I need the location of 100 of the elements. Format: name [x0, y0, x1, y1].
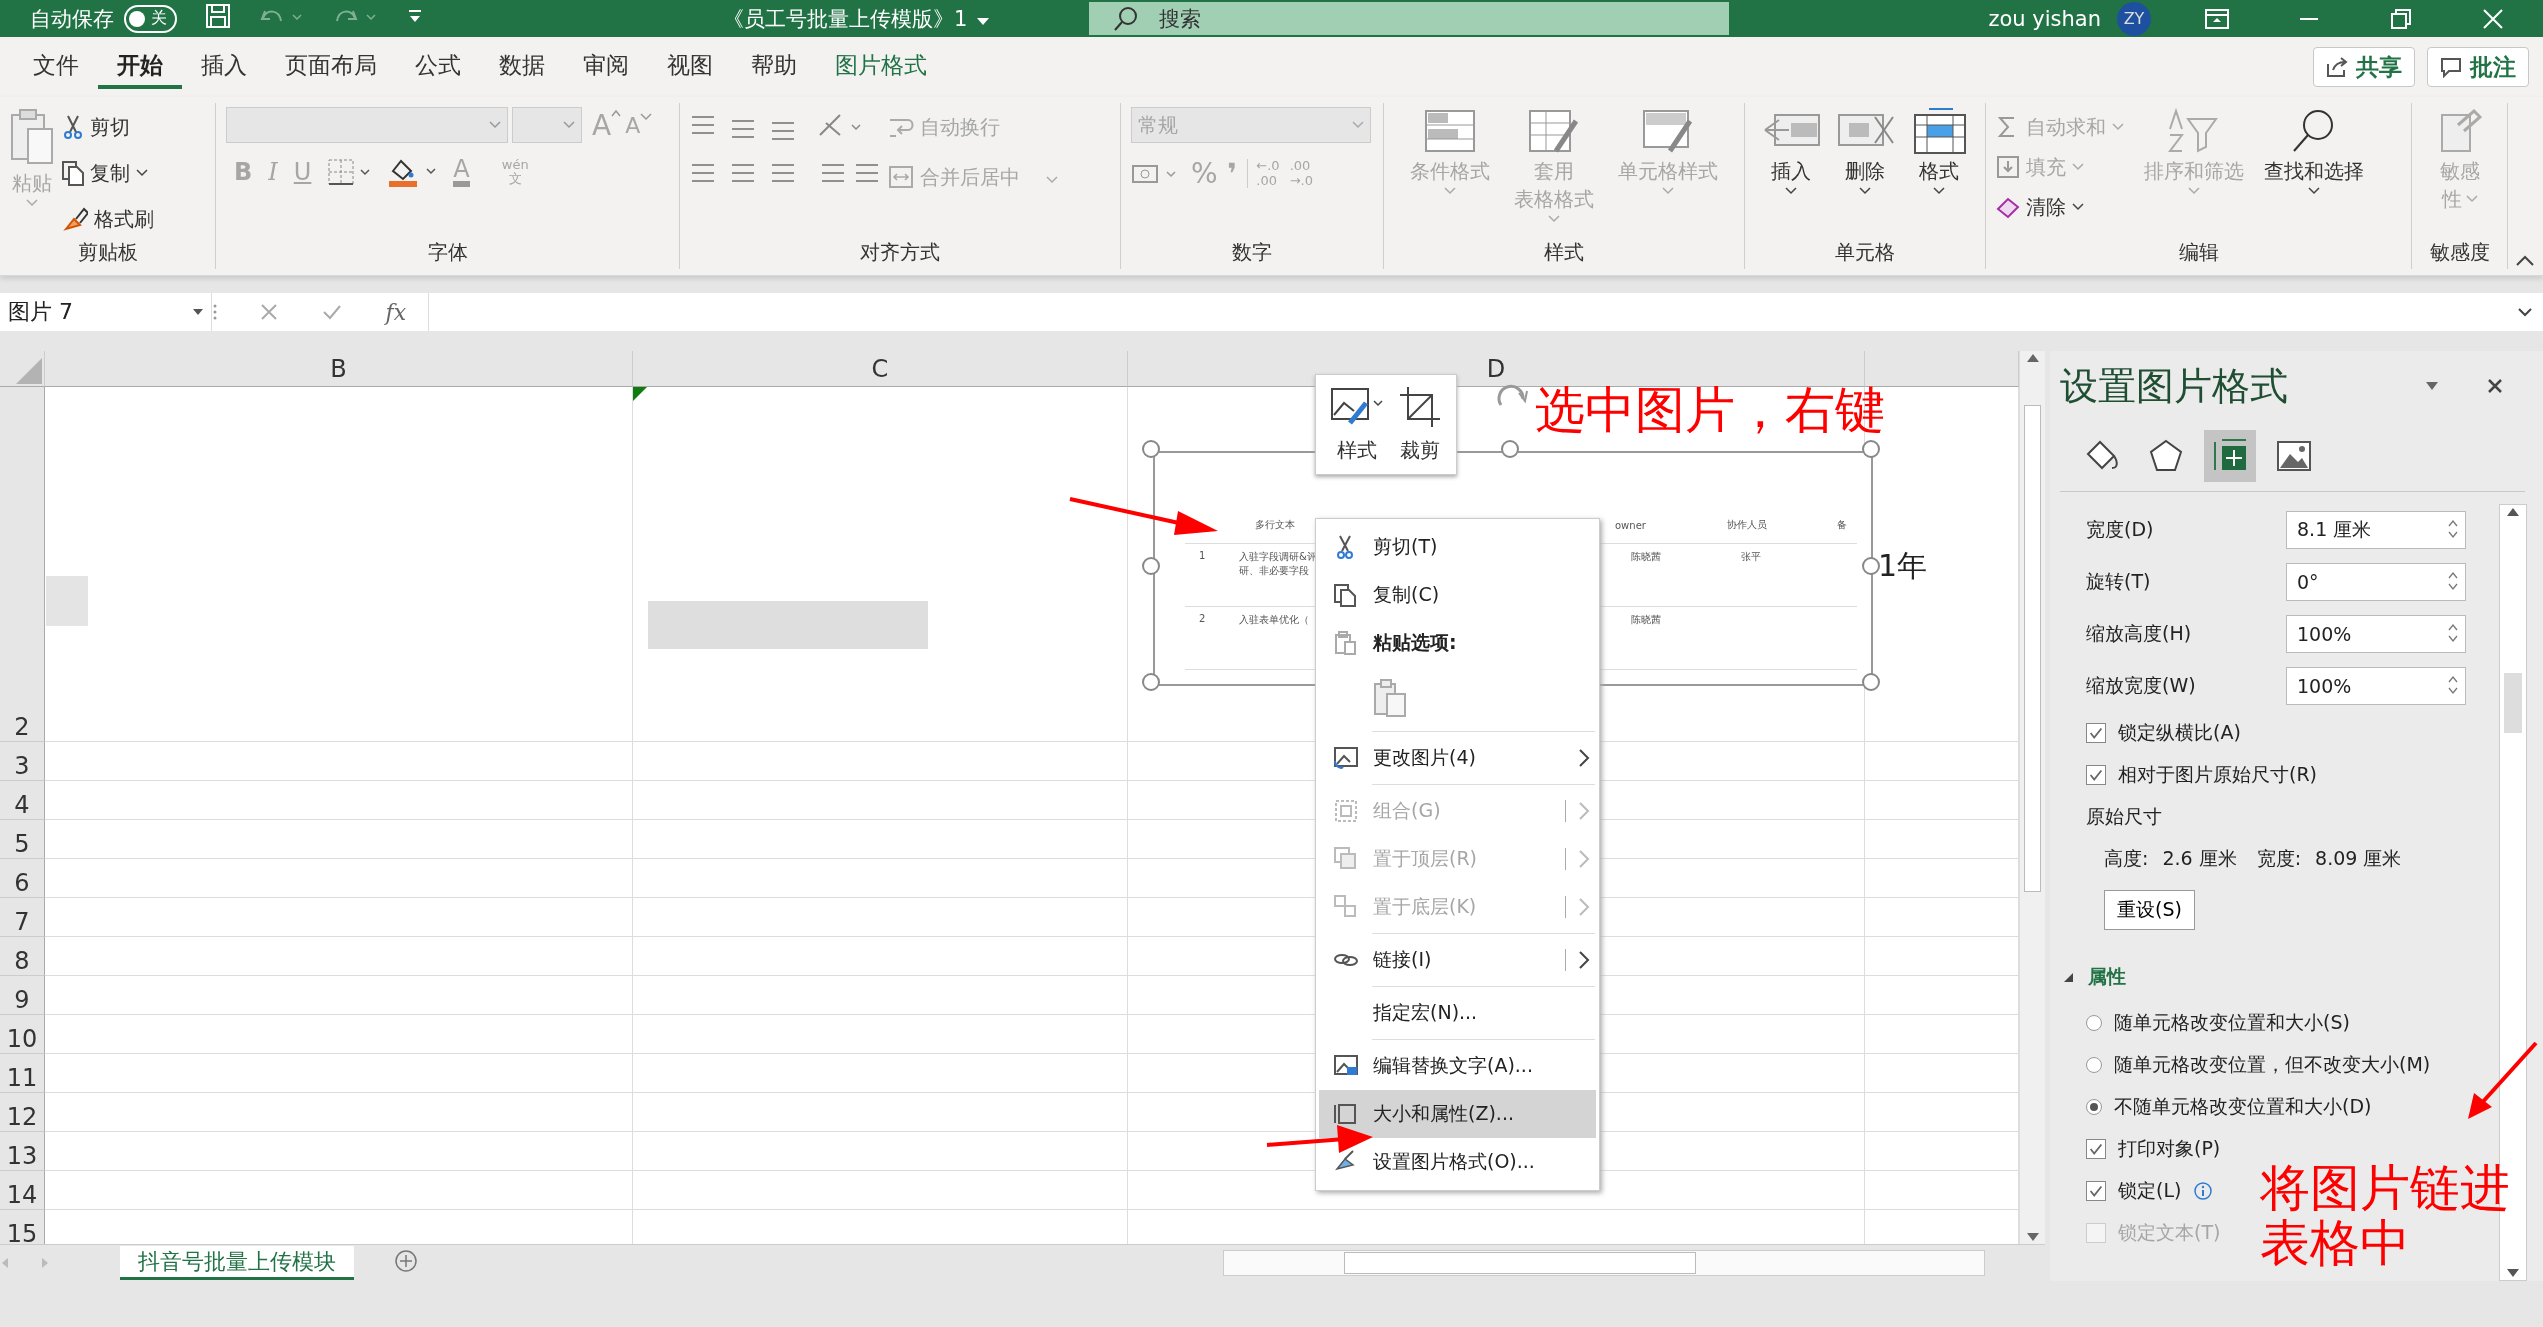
grid-cell[interactable]: [45, 898, 633, 937]
document-title[interactable]: 《员工号批量上传模版》1: [723, 4, 968, 33]
grid-cell[interactable]: [45, 781, 633, 820]
resize-handle[interactable]: [1862, 557, 1880, 575]
checkbox[interactable]: [2086, 1181, 2106, 1201]
ribbon-tab[interactable]: 插入: [182, 45, 266, 89]
ribbon-tab[interactable]: 视图: [648, 45, 732, 89]
row-header[interactable]: 14: [0, 1171, 45, 1210]
grid-cell[interactable]: [633, 1093, 1128, 1132]
ribbon-tab[interactable]: 图片格式: [816, 45, 946, 89]
radio-button[interactable]: [2086, 1057, 2102, 1073]
resize-handle[interactable]: [1501, 440, 1519, 458]
grid-cell[interactable]: [633, 1054, 1128, 1093]
spin-field[interactable]: 100%: [2286, 667, 2466, 705]
grid-cell[interactable]: [45, 937, 633, 976]
picture-icon[interactable]: [2276, 438, 2312, 474]
fill-color-icon[interactable]: [387, 157, 438, 187]
editing-button[interactable]: 查找和选择: [2264, 107, 2364, 195]
restore-icon[interactable]: [2391, 8, 2411, 29]
enter-icon[interactable]: [321, 303, 342, 321]
toolbar-button[interactable]: 裁剪: [1398, 385, 1442, 464]
toolbar-button[interactable]: 样式: [1330, 385, 1384, 464]
spin-arrows-icon[interactable]: [2447, 570, 2459, 592]
radio-button[interactable]: [2086, 1099, 2102, 1115]
menu-item[interactable]: 大小和属性(Z)...: [1319, 1090, 1596, 1138]
row-header[interactable]: 4: [0, 781, 45, 820]
grid-cell[interactable]: [45, 1093, 633, 1132]
close-icon[interactable]: [2487, 378, 2503, 394]
grid-cell[interactable]: [633, 1015, 1128, 1054]
scrollbar-thumb[interactable]: [2024, 405, 2041, 892]
checkbox[interactable]: [2086, 723, 2106, 743]
scrollbar-thumb[interactable]: [2504, 672, 2522, 733]
editing-button[interactable]: 清除: [1996, 187, 2124, 227]
autosave-toggle[interactable]: 关: [124, 4, 177, 33]
ribbon-tab[interactable]: 开始: [98, 45, 182, 89]
menu-item[interactable]: 复制(C): [1319, 571, 1596, 619]
grid-cell[interactable]: [633, 937, 1128, 976]
spin-arrows-icon[interactable]: [2447, 674, 2459, 696]
next-sheet-icon[interactable]: [40, 1256, 50, 1270]
grid-cell[interactable]: [45, 1054, 633, 1093]
grid-cell[interactable]: [45, 1015, 633, 1054]
comments-button[interactable]: 批注: [2427, 47, 2529, 87]
checkbox[interactable]: [2086, 765, 2106, 785]
clipboard-button[interactable]: 格式刷: [62, 199, 154, 239]
select-all-button[interactable]: [0, 351, 45, 387]
ribbon-tab[interactable]: 公式: [396, 45, 480, 89]
share-button[interactable]: 共享: [2313, 47, 2415, 87]
menu-item[interactable]: 指定宏(N)...: [1319, 989, 1596, 1037]
checkbox[interactable]: [2086, 1139, 2106, 1159]
column-header[interactable]: C: [633, 351, 1128, 387]
insert-function-button[interactable]: fx: [385, 299, 407, 325]
ribbon-tab[interactable]: 页面布局: [266, 45, 396, 89]
row-header[interactable]: 3: [0, 742, 45, 781]
ribbon-display-icon[interactable]: [2205, 8, 2229, 29]
menu-item[interactable]: 链接(I): [1319, 936, 1596, 984]
paste-option-icon[interactable]: [1373, 678, 1407, 718]
row-header[interactable]: 2: [0, 387, 45, 742]
resize-handle[interactable]: [1862, 673, 1880, 691]
grid-cell[interactable]: [633, 781, 1128, 820]
menu-item[interactable]: 设置图片格式(O)...: [1319, 1138, 1596, 1186]
ribbon-tab[interactable]: 文件: [14, 45, 98, 89]
spin-field[interactable]: 100%: [2286, 615, 2466, 653]
expand-formula-icon[interactable]: [2517, 305, 2533, 318]
column-header[interactable]: D: [1128, 351, 1865, 387]
grid-cell[interactable]: [45, 859, 633, 898]
cells-button[interactable]: 格式: [1909, 107, 1969, 195]
ribbon-tab[interactable]: 帮助: [732, 45, 816, 89]
clipboard-button[interactable]: 剪切: [62, 107, 154, 147]
grid-cell[interactable]: [45, 820, 633, 859]
scrollbar-thumb[interactable]: [1344, 1252, 1696, 1274]
section-toggle[interactable]: 属性: [2062, 964, 2499, 990]
row-header[interactable]: 10: [0, 1015, 45, 1054]
resize-handle[interactable]: [1142, 557, 1160, 575]
grid-cell[interactable]: [633, 1132, 1128, 1171]
category-tab[interactable]: [2204, 430, 2256, 482]
borders-icon[interactable]: [327, 158, 372, 186]
radio-button[interactable]: [2086, 1015, 2102, 1031]
resize-handle[interactable]: [1862, 440, 1880, 458]
spin-field[interactable]: 0°: [2286, 563, 2466, 601]
grid-cell[interactable]: [45, 1132, 633, 1171]
row-header[interactable]: 8: [0, 937, 45, 976]
save-icon[interactable]: [205, 3, 231, 29]
ribbon-tab[interactable]: 审阅: [564, 45, 648, 89]
reset-button[interactable]: 重设(S): [2104, 890, 2195, 930]
menu-item[interactable]: 编辑替换文字(A)...: [1319, 1042, 1596, 1090]
collapse-ribbon-icon[interactable]: [2515, 253, 2535, 267]
menu-item[interactable]: 更改图片(4): [1319, 734, 1596, 782]
grid-cell[interactable]: [633, 820, 1128, 859]
column-header[interactable]: B: [45, 351, 633, 387]
row-header[interactable]: 5: [0, 820, 45, 859]
spin-field[interactable]: 8.1 厘米: [2286, 511, 2466, 549]
row-header[interactable]: 9: [0, 976, 45, 1015]
grid-cell[interactable]: [45, 1171, 633, 1210]
grid-cell[interactable]: [45, 742, 633, 781]
sheet-tab[interactable]: 抖音号批量上传模块: [120, 1246, 354, 1280]
grid-cell[interactable]: [633, 898, 1128, 937]
cells-button[interactable]: 删除: [1835, 107, 1895, 195]
grid-cell[interactable]: [633, 1171, 1128, 1210]
row-header[interactable]: 11: [0, 1054, 45, 1093]
row-header[interactable]: 15: [0, 1210, 45, 1244]
